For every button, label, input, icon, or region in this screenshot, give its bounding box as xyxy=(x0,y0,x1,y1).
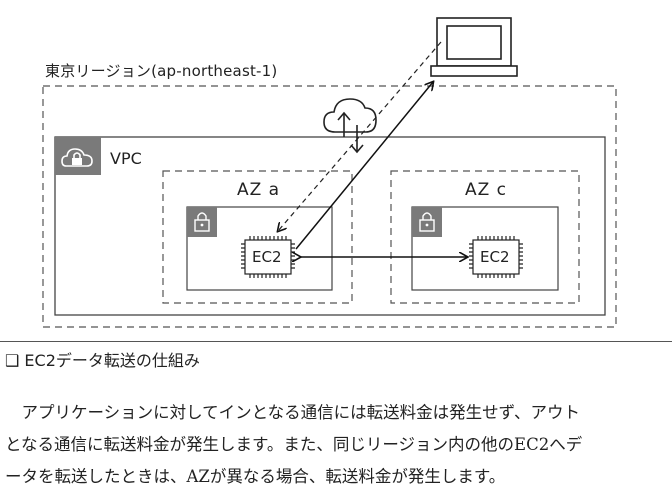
figure-caption: ❑ EC2データ転送の仕組み xyxy=(5,351,200,370)
subnet-c-lock-bg xyxy=(412,207,442,237)
vpc-icon-bg xyxy=(55,137,101,175)
ec2-a-label: EC2 xyxy=(252,248,282,266)
caption-divider xyxy=(0,341,672,342)
paragraph-line-1: アプリケーションに対してインとなる通信には転送料金は発生せず、アウト xyxy=(5,403,581,422)
paragraph-line-2: となる通信に転送料金が発生します。また、同じリージョン内の他のEC2へデ xyxy=(5,435,583,454)
subnet-a-lock-bg xyxy=(187,207,217,237)
vpc-label: VPC xyxy=(110,149,142,168)
region-label: 東京リージョン(ap-northeast-1) xyxy=(45,62,278,80)
az-a-label: AZ a xyxy=(237,180,281,200)
ec2-c-label: EC2 xyxy=(480,248,510,266)
paragraph-line-3: ータを転送したときは、AZが異なる場合、転送料金が発生します。 xyxy=(5,467,506,486)
client-computer-icon xyxy=(430,17,518,77)
az-c-label: AZ c xyxy=(465,180,508,200)
